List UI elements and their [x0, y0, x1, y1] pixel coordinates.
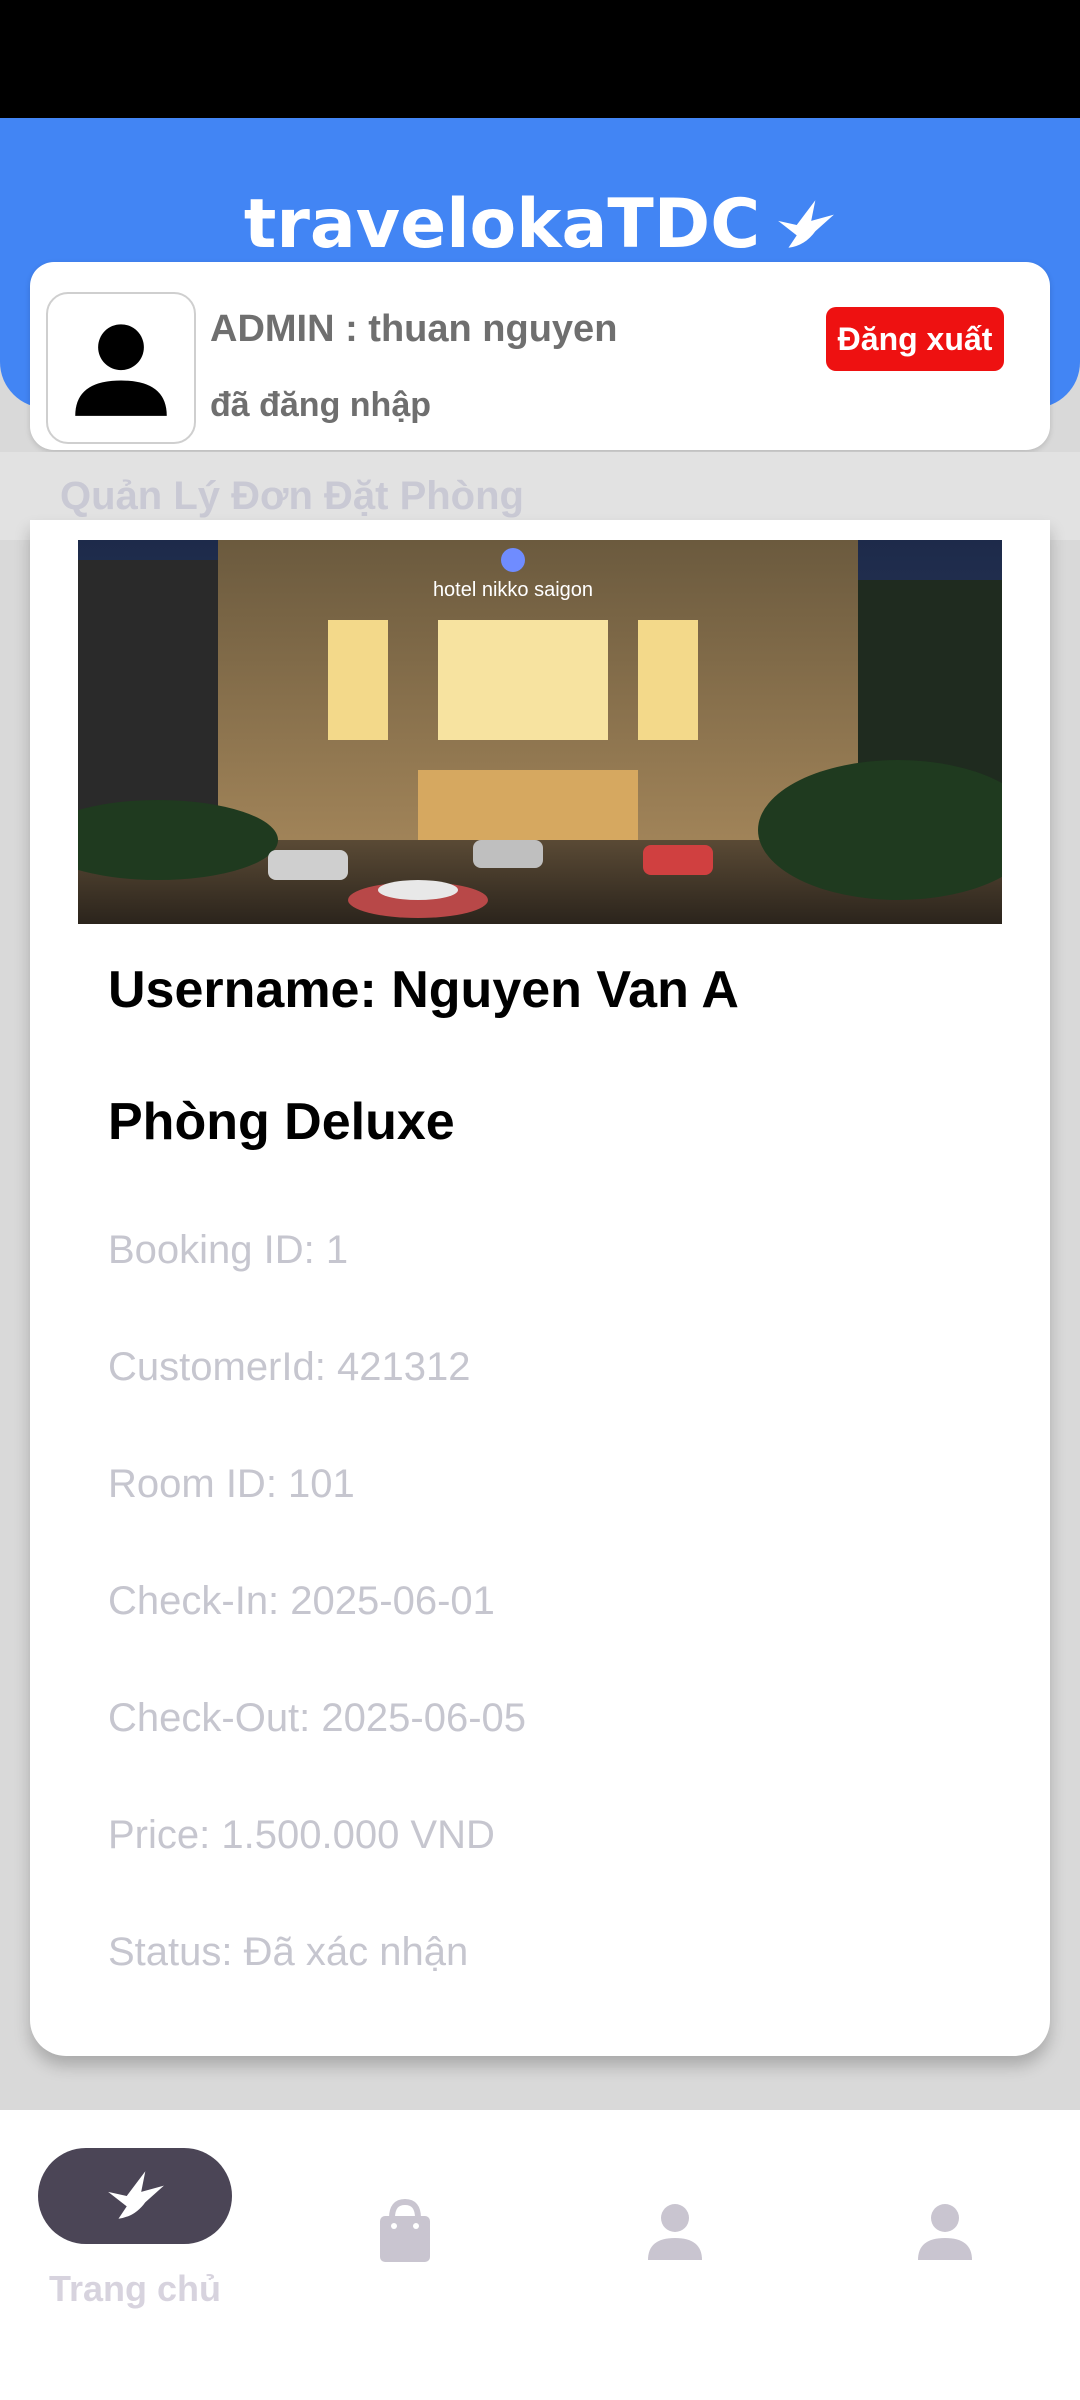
bird-icon — [108, 2171, 164, 2219]
person-icon[interactable] — [910, 2196, 980, 2266]
nav-home-label[interactable]: Trang chủ — [20, 2268, 250, 2310]
booking-username: Username: Nguyen Van A — [108, 961, 739, 1019]
bottom-nav: Trang chủ — [0, 2110, 1080, 2400]
logout-button[interactable]: Đăng xuất — [826, 307, 1004, 371]
avatar — [46, 292, 196, 444]
bird-icon — [778, 199, 835, 248]
booking-status: Status: Đã xác nhận — [108, 1930, 469, 1974]
hotel-image: hotel nikko saigon — [78, 540, 1002, 924]
booking-room-name: Phòng Deluxe — [108, 1093, 455, 1151]
login-status: đã đăng nhập — [210, 386, 431, 424]
booking-card[interactable]: hotel nikko saigon Username: Nguyen Van … — [30, 520, 1050, 2056]
person-icon[interactable] — [640, 2196, 710, 2266]
status-bar — [0, 0, 1080, 118]
user-card: ADMIN : thuan nguyen đã đăng nhập Đăng x… — [30, 262, 1050, 450]
customer-id: CustomerId: 421312 — [108, 1345, 471, 1389]
hotel-sign: hotel nikko saigon — [433, 579, 593, 601]
nav-item-home[interactable] — [38, 2148, 232, 2244]
app-brand: travelokaTDC — [0, 185, 1080, 264]
section-title: Quản Lý Đơn Đặt Phòng — [60, 474, 524, 518]
user-avatar-icon — [75, 324, 167, 416]
check-in: Check-In: 2025-06-01 — [108, 1579, 495, 1623]
room-id: Room ID: 101 — [108, 1462, 355, 1506]
check-out: Check-Out: 2025-06-05 — [108, 1696, 527, 1740]
shopping-bag-icon[interactable] — [370, 2196, 440, 2266]
brand-title: travelokaTDC — [243, 185, 761, 264]
admin-name: ADMIN : thuan nguyen — [210, 308, 618, 350]
hotel-photo: hotel nikko saigon — [78, 540, 1002, 924]
booking-id: Booking ID: 1 — [108, 1228, 349, 1272]
price: Price: 1.500.000 VND — [108, 1813, 495, 1857]
